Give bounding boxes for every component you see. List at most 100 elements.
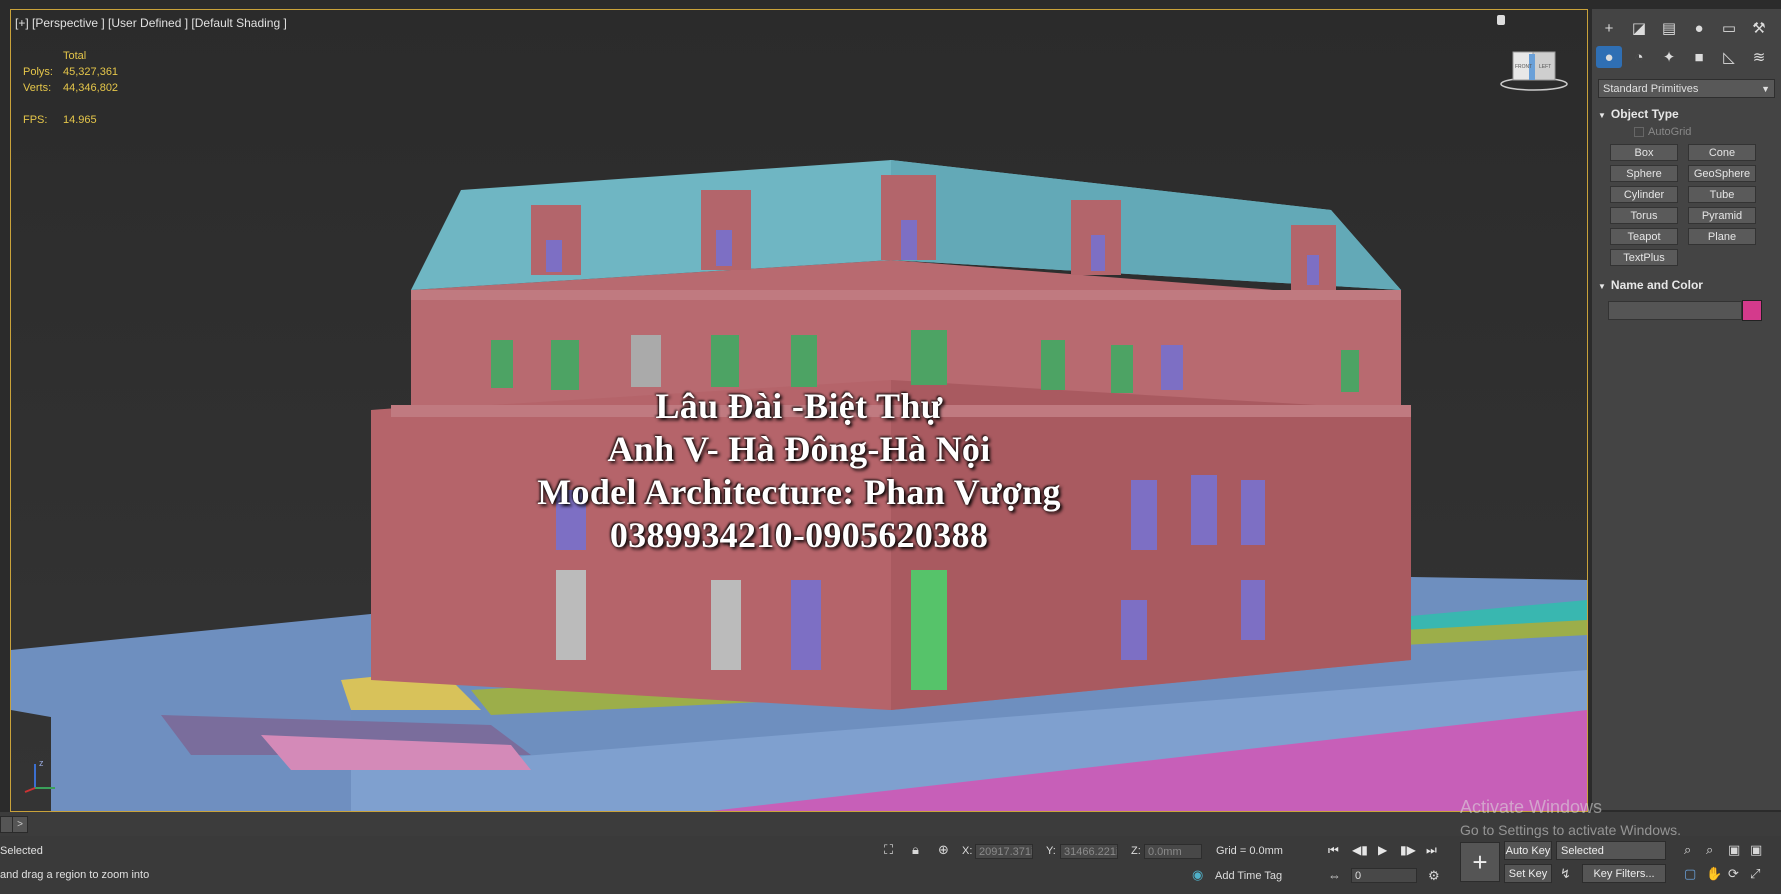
zoom-region-icon[interactable]: ▢ — [1684, 866, 1696, 882]
collapse-triangle-icon: ▼ — [1598, 111, 1606, 120]
overlay-location-line: Anh V- Hà Đông-Hà Nội — [607, 429, 991, 469]
pan-icon[interactable]: ✋ — [1706, 866, 1722, 882]
motion-icon[interactable]: ● — [1686, 17, 1712, 39]
auto-key-button[interactable]: Auto Key — [1504, 841, 1552, 860]
geometry-icon[interactable]: ● — [1596, 46, 1622, 68]
set-keys-icon[interactable]: + — [1460, 842, 1500, 882]
lock-icon — [1497, 15, 1505, 25]
play-icon[interactable]: ▶ — [1378, 843, 1387, 857]
create-subtabs: ● ◔ ✦ ■ ◺ ≋ — [1592, 44, 1781, 70]
autogrid-label: AutoGrid — [1648, 126, 1692, 138]
key-mode-icon[interactable]: ⇔ — [1328, 868, 1341, 883]
textplus-button[interactable]: TextPlus — [1610, 249, 1678, 266]
stats-total-label: Total — [63, 50, 87, 62]
activate-windows-subtitle: Go to Settings to activate Windows. — [1460, 822, 1681, 838]
tube-button[interactable]: Tube — [1688, 186, 1756, 203]
viewcube[interactable]: FRONT LEFT — [1499, 46, 1569, 94]
cameras-icon[interactable]: ■ — [1686, 46, 1712, 68]
torus-button[interactable]: Torus — [1610, 207, 1678, 224]
zoom-extents-all-icon[interactable]: ▣ — [1750, 842, 1762, 858]
utilities-icon[interactable]: ⚒ — [1746, 17, 1772, 39]
activate-windows-title: Activate Windows — [1460, 797, 1603, 817]
key-selection-dropdown[interactable]: Selected — [1556, 841, 1666, 860]
verts-label: Verts: — [23, 82, 52, 94]
axis-z-label: z — [39, 758, 44, 768]
zoom-icon[interactable]: ⌕ — [1684, 842, 1691, 858]
y-coordinate-field[interactable]: 31466.221i — [1060, 844, 1118, 859]
spacewarps-icon[interactable]: ≋ — [1746, 46, 1772, 68]
create-icon[interactable]: + — [1596, 17, 1622, 39]
go-to-end-icon[interactable]: ⏭ — [1426, 843, 1437, 858]
geosphere-button[interactable]: GeoSphere — [1688, 165, 1756, 182]
teapot-button[interactable]: Teapot — [1610, 228, 1678, 245]
orbit-icon[interactable]: ⟳ — [1728, 866, 1739, 882]
cylinder-button[interactable]: Cylinder — [1610, 186, 1678, 203]
x-label: X: — [962, 845, 973, 857]
viewport-statistics: Total Polys: 45,327,361 Verts: 44,346,802 … — [23, 48, 118, 128]
helpers-icon[interactable]: ◺ — [1716, 46, 1742, 68]
object-type-title: Object Type — [1610, 107, 1679, 121]
viewcube-left-label: LEFT — [1539, 64, 1551, 70]
display-icon[interactable]: ▭ — [1716, 17, 1742, 39]
prompt-line: and drag a region to zoom into — [0, 869, 150, 881]
modify-icon[interactable]: ◪ — [1626, 17, 1652, 39]
axis-tripod-icon: z — [24, 758, 55, 793]
box-button[interactable]: Box — [1610, 144, 1678, 161]
polys-value: 45,327,361 — [63, 66, 119, 78]
command-panel: + ◪ ▤ ● ▭ ⚒ ● ◔ ✦ ■ ◺ ≋ Standard Primiti… — [1592, 9, 1781, 810]
cone-button[interactable]: Cone — [1688, 144, 1756, 161]
y-label: Y: — [1046, 845, 1056, 857]
time-tag-icon: ◉ — [1192, 867, 1204, 882]
overlay-title-line: Lâu Đài -Biệt Thự — [655, 386, 943, 426]
checkbox-icon — [1634, 127, 1644, 138]
object-color-swatch[interactable] — [1742, 300, 1762, 321]
status-bar: Selected and drag a region to zoom into … — [0, 836, 1781, 894]
viewport-label[interactable]: [+] [Perspective ] [User Defined ] [Defa… — [15, 16, 287, 30]
chevron-down-icon: ▼ — [1761, 84, 1770, 94]
x-coordinate-field[interactable]: 20917.371i — [975, 844, 1033, 859]
viewcube-front-label: FRONT — [1515, 64, 1532, 70]
shapes-icon[interactable]: ◔ — [1626, 46, 1652, 68]
name-color-title: Name and Color — [1610, 278, 1703, 292]
selection-status: Selected — [0, 845, 43, 857]
fps-label: FPS: — [23, 114, 48, 126]
current-frame-field[interactable]: 0 — [1351, 868, 1417, 883]
key-filters-button[interactable]: Key Filters... — [1582, 864, 1666, 883]
autogrid-checkbox[interactable]: AutoGrid — [1634, 126, 1691, 138]
maximize-viewport-icon[interactable]: ⤢ — [1750, 866, 1760, 882]
polys-label: Polys: — [23, 66, 53, 78]
object-name-input[interactable] — [1608, 301, 1742, 320]
plane-button[interactable]: Plane — [1688, 228, 1756, 245]
z-coordinate-field[interactable]: 0.0mm — [1144, 844, 1202, 859]
zoom-all-icon[interactable]: ⌕ — [1706, 842, 1713, 858]
z-label: Z: — [1131, 845, 1141, 857]
name-color-rollout-header[interactable]: ▼ Name and Color — [1598, 276, 1775, 294]
object-type-rollout-header[interactable]: ▼ Object Type — [1598, 105, 1775, 123]
collapse-triangle-icon: ▼ — [1598, 282, 1606, 291]
timeline-expand-button[interactable]: > — [12, 816, 28, 833]
key-selection-value: Selected — [1561, 845, 1604, 857]
add-time-tag-button[interactable]: Add Time Tag — [1215, 870, 1282, 882]
next-frame-icon[interactable]: ▮▶ — [1400, 843, 1416, 857]
default-in-out-tangents-icon[interactable]: ↯ — [1560, 866, 1571, 882]
absolute-mode-icon[interactable]: ⊕ — [938, 842, 949, 858]
set-key-button[interactable]: Set Key — [1504, 864, 1552, 883]
pyramid-button[interactable]: Pyramid — [1688, 207, 1756, 224]
overlay-author-line: Model Architecture: Phan Vượng — [537, 472, 1061, 512]
previous-frame-icon[interactable]: ◀▮ — [1352, 843, 1368, 857]
fps-value: 14.965 — [63, 114, 97, 126]
lights-icon[interactable]: ✦ — [1656, 46, 1682, 68]
overlay-phone-line: 0389934210-0905620388 — [609, 515, 989, 555]
hierarchy-icon[interactable]: ▤ — [1656, 17, 1682, 39]
time-config-icon[interactable]: ⚙ — [1428, 868, 1440, 884]
sphere-button[interactable]: Sphere — [1610, 165, 1678, 182]
object-category-dropdown[interactable]: Standard Primitives ▼ — [1598, 79, 1775, 98]
lock-selection-icon[interactable]: 🔒︎ — [912, 842, 919, 858]
perspective-viewport[interactable]: [+] [Perspective ] [User Defined ] [Defa… — [10, 9, 1588, 812]
grid-size: Grid = 0.0mm — [1216, 845, 1283, 857]
isolate-icon[interactable]: ⛶ — [884, 842, 893, 858]
command-panel-tabs: + ◪ ▤ ● ▭ ⚒ — [1592, 15, 1781, 41]
verts-value: 44,346,802 — [63, 82, 119, 94]
zoom-extents-icon[interactable]: ▣ — [1728, 842, 1740, 858]
go-to-start-icon[interactable]: ⏮ — [1328, 843, 1339, 858]
